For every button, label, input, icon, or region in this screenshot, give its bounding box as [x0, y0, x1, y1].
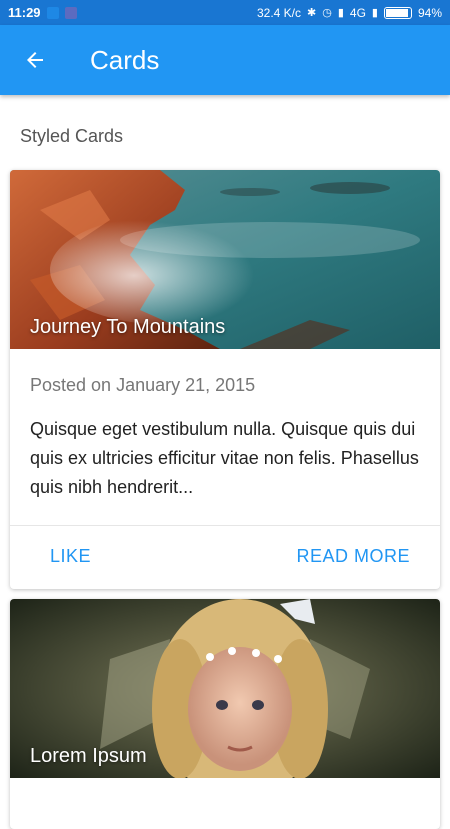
- wifi-signal-icon: ▮: [371, 7, 378, 19]
- notification-word-icon: [64, 6, 77, 19]
- card-text: Quisque eget vestibulum nulla. Quisque q…: [30, 419, 419, 497]
- arrow-left-icon: [27, 52, 43, 68]
- app-bar: Cards: [0, 25, 450, 95]
- card-image-title: Journey To Mountains: [30, 316, 226, 338]
- card-image-title: Lorem Ipsum: [30, 745, 147, 767]
- alarm-icon: ◷: [322, 7, 332, 19]
- battery-icon: [383, 6, 412, 19]
- card-journey: Journey To Mountains Posted on January 2…: [10, 170, 440, 589]
- network-type: 4G: [349, 5, 366, 20]
- section-title: Styled Cards: [20, 126, 124, 146]
- notification-app-icon: [46, 6, 59, 19]
- signal-icon: ▮: [337, 7, 344, 19]
- status-bar: 11:29 32.4 K/c ✱ ◷ ▮ 4G ▮ 94%: [0, 0, 450, 25]
- bluetooth-icon: ✱: [307, 7, 317, 19]
- card-image-coast: Journey To Mountains: [10, 170, 440, 349]
- page-title: Cards: [90, 44, 160, 75]
- read-more-button[interactable]: READ MORE: [296, 546, 410, 567]
- network-speed: 32.4 K/c: [256, 5, 301, 20]
- like-button[interactable]: LIKE: [50, 546, 91, 567]
- card-lorem: Lorem Ipsum: [10, 599, 440, 829]
- back-button[interactable]: [0, 25, 70, 95]
- card-subtitle: Posted on January 21, 2015: [30, 375, 256, 395]
- battery-percent: 94%: [417, 5, 442, 20]
- card-actions: LIKE READ MORE: [10, 526, 440, 586]
- card-image-portrait: Lorem Ipsum: [10, 599, 440, 778]
- status-time: 11:29: [8, 5, 41, 20]
